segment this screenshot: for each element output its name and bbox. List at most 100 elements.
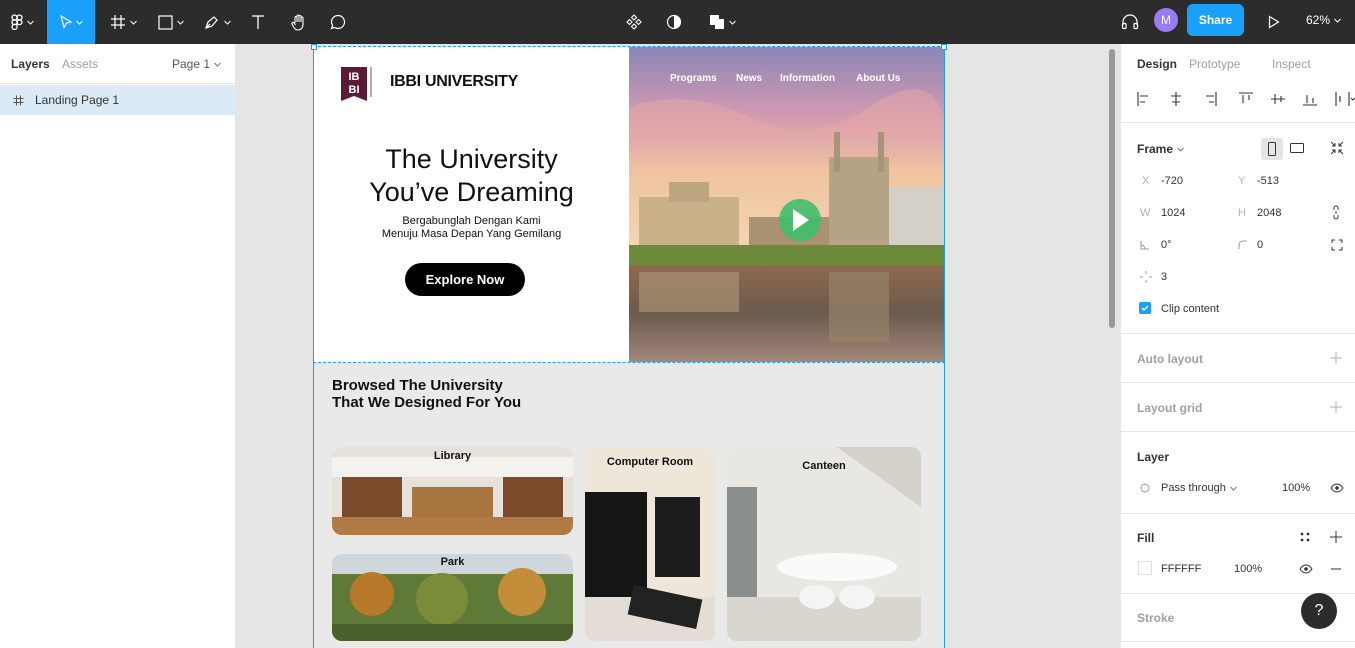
corner-radius-input[interactable]: 0 (1257, 239, 1263, 251)
frame-outline-right (944, 46, 945, 648)
fill-opacity-input[interactable]: 100% (1234, 563, 1262, 575)
main-menu-button[interactable] (0, 0, 44, 44)
pen-icon (204, 16, 218, 29)
text-tool-button[interactable] (246, 0, 270, 44)
comment-tool-button[interactable] (326, 0, 350, 44)
divider (1121, 513, 1355, 514)
height-input[interactable]: 2048 (1257, 207, 1281, 219)
card-canteen[interactable]: Canteen (727, 447, 921, 641)
share-button[interactable]: Share (1187, 4, 1244, 36)
add-auto-layout-icon[interactable] (1329, 351, 1343, 365)
card-library-label: Library (433, 450, 472, 462)
card-park[interactable]: Park (332, 554, 573, 641)
design-canvas[interactable]: IB BI IBBI UNIVERSITY The University You… (236, 44, 1120, 648)
canvas-scrollbar[interactable] (1109, 49, 1115, 328)
zoom-label: 62% (1306, 13, 1331, 27)
canteen-photo (727, 447, 921, 641)
browse-section-title: Browsed The University That We Designed … (332, 377, 521, 411)
theme-toggle-button[interactable] (662, 0, 686, 44)
top-toolbar: M Share 62% (0, 0, 1355, 44)
styles-grid-icon[interactable] (1299, 531, 1311, 543)
chevron-down-icon (728, 20, 736, 25)
fill-hex-input[interactable]: FFFFFF (1161, 563, 1201, 575)
landscape-icon[interactable] (1290, 143, 1304, 153)
x-input[interactable]: -720 (1161, 175, 1183, 187)
chevron-down-icon (129, 20, 137, 25)
boolean-ops-button[interactable] (704, 0, 740, 44)
divider (1121, 641, 1355, 642)
hero-subtitle-line: Menuju Masa Depan Yang Gemilang (381, 228, 562, 240)
pen-tool-button[interactable] (197, 0, 237, 44)
hero-title-line: You’ve Dreaming (369, 177, 574, 207)
clip-content-label: Clip content (1161, 303, 1220, 315)
tab-design[interactable]: Design (1137, 57, 1177, 71)
comment-icon (330, 14, 346, 30)
help-button[interactable]: ? (1301, 593, 1337, 629)
headphones-icon (1121, 14, 1139, 30)
svg-text:BI: BI (349, 84, 360, 96)
landing-page-frame[interactable]: IB BI IBBI UNIVERSITY The University You… (314, 47, 944, 648)
frame-preset-dropdown[interactable]: Frame (1137, 142, 1184, 156)
layer-section-title: Layer (1137, 450, 1170, 464)
explore-now-button[interactable]: Explore Now (405, 263, 525, 296)
text-icon (252, 15, 264, 29)
university-logo-mark: IB BI (339, 63, 379, 105)
divider (1121, 431, 1355, 432)
tab-assets[interactable]: Assets (62, 57, 98, 71)
card-computer-room[interactable]: Computer Room (585, 447, 715, 641)
layer-item-landing-page[interactable]: Landing Page 1 (0, 85, 235, 115)
components-icon (626, 14, 642, 30)
alignment-toolbar[interactable] (1137, 92, 1355, 106)
nav-news[interactable]: News (736, 73, 762, 84)
hero-image: Programs News Information About Us (629, 47, 944, 362)
independent-corners-icon[interactable] (1331, 239, 1343, 251)
hand-tool-button[interactable] (287, 0, 311, 44)
add-fill-icon[interactable] (1329, 530, 1343, 544)
chevron-down-icon (26, 20, 34, 25)
y-input[interactable]: -513 (1257, 175, 1279, 187)
constrain-proportions-icon[interactable] (1332, 205, 1340, 220)
hero-title-line: The University (385, 144, 558, 174)
card-computer-room-label: Computer Room (606, 456, 694, 468)
eye-icon[interactable] (1299, 564, 1313, 574)
layers-panel: Layers Assets Page 1 Landing Page 1 (0, 44, 236, 648)
nav-programs[interactable]: Programs (670, 73, 717, 84)
tab-layers[interactable]: Layers (11, 57, 50, 71)
frame-tool-button[interactable] (103, 0, 143, 44)
university-name: IBBI UNIVERSITY (390, 73, 518, 90)
user-avatar[interactable]: M (1154, 8, 1178, 32)
add-layout-grid-icon[interactable] (1329, 400, 1343, 414)
resize-to-fit-icon[interactable] (1330, 141, 1344, 155)
zoom-menu[interactable]: 62% (1306, 0, 1341, 40)
clip-content-checkbox[interactable] (1139, 302, 1151, 314)
nav-about-us[interactable]: About Us (856, 73, 900, 84)
move-tool-button[interactable] (47, 0, 95, 44)
contrast-icon (666, 14, 682, 30)
tab-prototype[interactable]: Prototype (1189, 57, 1240, 71)
present-button[interactable] (1264, 0, 1284, 44)
shape-tool-button[interactable] (151, 0, 191, 44)
nav-information[interactable]: Information (780, 73, 835, 84)
spacing-input[interactable]: 3 (1161, 271, 1167, 283)
components-button[interactable] (622, 0, 646, 44)
computer-room-photo (585, 447, 715, 641)
tab-inspect[interactable]: Inspect (1272, 57, 1311, 71)
blend-mode-dropdown[interactable]: Pass through (1161, 482, 1237, 494)
remove-fill-icon[interactable] (1330, 563, 1342, 575)
width-input[interactable]: 1024 (1161, 207, 1185, 219)
portrait-orientation-button[interactable] (1261, 138, 1283, 160)
fill-color-swatch[interactable] (1138, 561, 1152, 575)
browse-title-line: That We Designed For You (332, 394, 522, 411)
chevron-down-icon (177, 20, 184, 25)
page-selector-label: Page 1 (172, 57, 211, 71)
audio-chat-button[interactable] (1118, 0, 1142, 44)
rectangle-icon (158, 14, 173, 30)
card-library[interactable]: Library (332, 447, 573, 535)
design-panel: Design Prototype Inspect Frame X -720 Y … (1120, 44, 1355, 648)
rotation-input[interactable]: 0° (1161, 239, 1172, 251)
layer-opacity-input[interactable]: 100% (1282, 482, 1310, 494)
page-selector[interactable]: Page 1 (172, 57, 221, 71)
eye-icon[interactable] (1330, 483, 1344, 493)
resize-handle[interactable] (311, 44, 317, 50)
resize-handle[interactable] (941, 44, 947, 50)
